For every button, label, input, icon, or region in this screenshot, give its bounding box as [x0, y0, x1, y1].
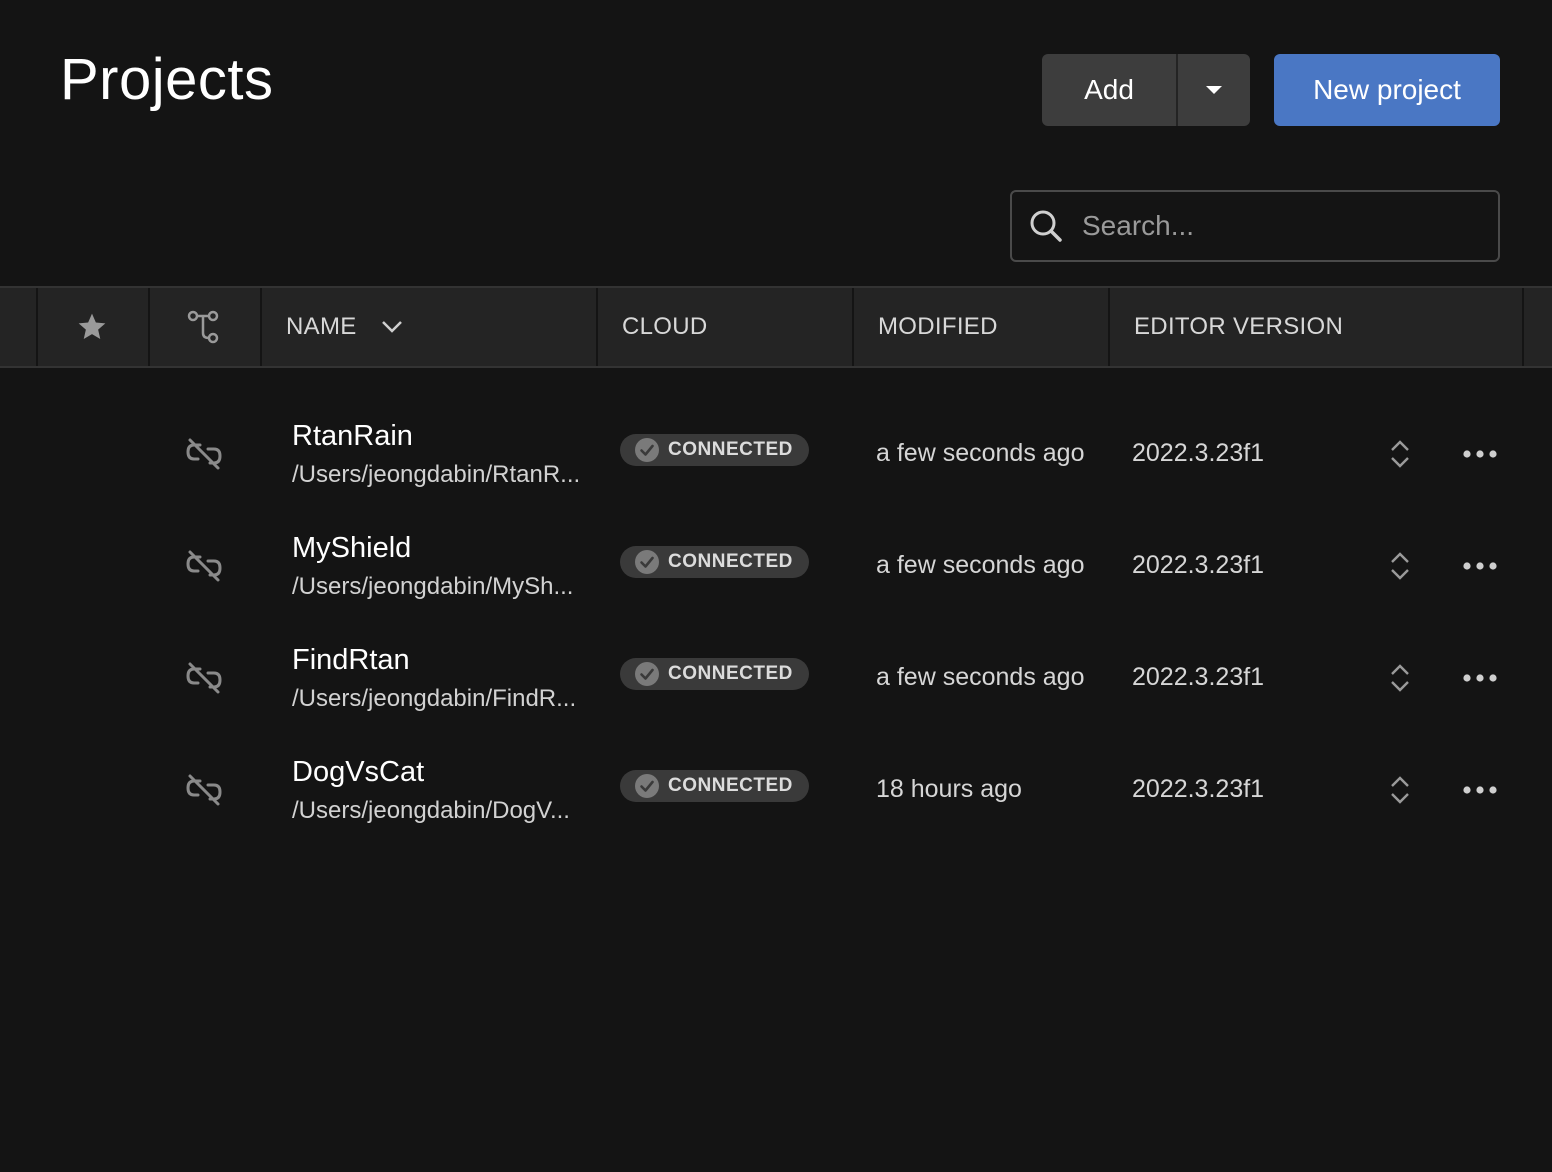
version-selector-icon[interactable]: [1386, 550, 1414, 582]
table-row[interactable]: DogVsCat /Users/jeongdabin/DogV... CONNE…: [0, 734, 1552, 846]
search-input[interactable]: [1080, 209, 1484, 243]
cloud-status-badge: CONNECTED: [620, 546, 809, 578]
cloud-column-header[interactable]: CLOUD: [622, 288, 708, 366]
star-icon: [78, 313, 106, 339]
cloud-status-label: CONNECTED: [668, 439, 793, 460]
name-column-label: NAME: [286, 313, 357, 340]
search-box: [1010, 190, 1500, 262]
search-icon: [1030, 210, 1062, 242]
editor-version: 2022.3.23f1: [1132, 775, 1265, 803]
version-control-column-header[interactable]: [186, 288, 222, 366]
version-selector-icon[interactable]: [1386, 774, 1414, 806]
project-path: /Users/jeongdabin/RtanR...: [292, 461, 581, 488]
version-selector-icon[interactable]: [1386, 438, 1414, 470]
cloud-status-label: CONNECTED: [668, 663, 793, 684]
column-divider: [1522, 288, 1524, 366]
column-divider: [260, 288, 262, 366]
project-name[interactable]: RtanRain: [292, 420, 413, 453]
column-divider: [596, 288, 598, 366]
unlinked-icon: [186, 550, 222, 582]
more-options-icon[interactable]: [1460, 444, 1500, 464]
modified-column-header[interactable]: MODIFIED: [878, 288, 998, 366]
check-circle-icon: [635, 550, 659, 574]
modified-time: a few seconds ago: [876, 551, 1085, 579]
column-divider: [36, 288, 38, 366]
check-circle-icon: [635, 662, 659, 686]
unlinked-icon: [186, 438, 222, 470]
cloud-status-badge: CONNECTED: [620, 658, 809, 690]
caret-down-icon: [1206, 86, 1222, 94]
unlinked-icon: [186, 662, 222, 694]
project-path: /Users/jeongdabin/MySh...: [292, 573, 574, 600]
editor-version-column-header[interactable]: EDITOR VERSION: [1134, 288, 1343, 366]
chevron-down-icon: [381, 321, 402, 333]
unlinked-icon: [186, 774, 222, 806]
check-circle-icon: [635, 438, 659, 462]
new-project-button[interactable]: New project: [1274, 54, 1500, 126]
cloud-status-badge: CONNECTED: [620, 770, 809, 802]
table-row[interactable]: FindRtan /Users/jeongdabin/FindR... CONN…: [0, 622, 1552, 734]
more-options-icon[interactable]: [1460, 668, 1500, 688]
editor-version: 2022.3.23f1: [1132, 439, 1265, 467]
page-title: Projects: [60, 47, 274, 112]
add-button-group: Add: [1042, 54, 1250, 126]
column-divider: [1108, 288, 1110, 366]
table-row[interactable]: MyShield /Users/jeongdabin/MySh... CONNE…: [0, 510, 1552, 622]
column-divider: [852, 288, 854, 366]
table-row[interactable]: RtanRain /Users/jeongdabin/RtanR... CONN…: [0, 398, 1552, 510]
name-column-header[interactable]: NAME: [286, 288, 403, 366]
project-path: /Users/jeongdabin/FindR...: [292, 685, 577, 712]
modified-time: a few seconds ago: [876, 663, 1085, 691]
project-path: /Users/jeongdabin/DogV...: [292, 797, 570, 824]
modified-time: 18 hours ago: [876, 775, 1022, 803]
branch-icon: [187, 310, 219, 344]
cloud-status-label: CONNECTED: [668, 551, 793, 572]
modified-time: a few seconds ago: [876, 439, 1085, 467]
more-options-icon[interactable]: [1460, 556, 1500, 576]
add-button[interactable]: Add: [1042, 54, 1176, 126]
cloud-status-badge: CONNECTED: [620, 434, 809, 466]
cloud-status-label: CONNECTED: [668, 775, 793, 796]
project-name[interactable]: MyShield: [292, 532, 411, 565]
version-selector-icon[interactable]: [1386, 662, 1414, 694]
table-header: NAME CLOUD MODIFIED EDITOR VERSION: [0, 286, 1552, 368]
editor-version: 2022.3.23f1: [1132, 551, 1265, 579]
more-options-icon[interactable]: [1460, 780, 1500, 800]
check-circle-icon: [635, 774, 659, 798]
project-name[interactable]: FindRtan: [292, 644, 410, 677]
add-dropdown-button[interactable]: [1178, 54, 1250, 126]
project-name[interactable]: DogVsCat: [292, 756, 424, 789]
column-divider: [148, 288, 150, 366]
favorite-column-header[interactable]: [76, 288, 108, 366]
editor-version: 2022.3.23f1: [1132, 663, 1265, 691]
